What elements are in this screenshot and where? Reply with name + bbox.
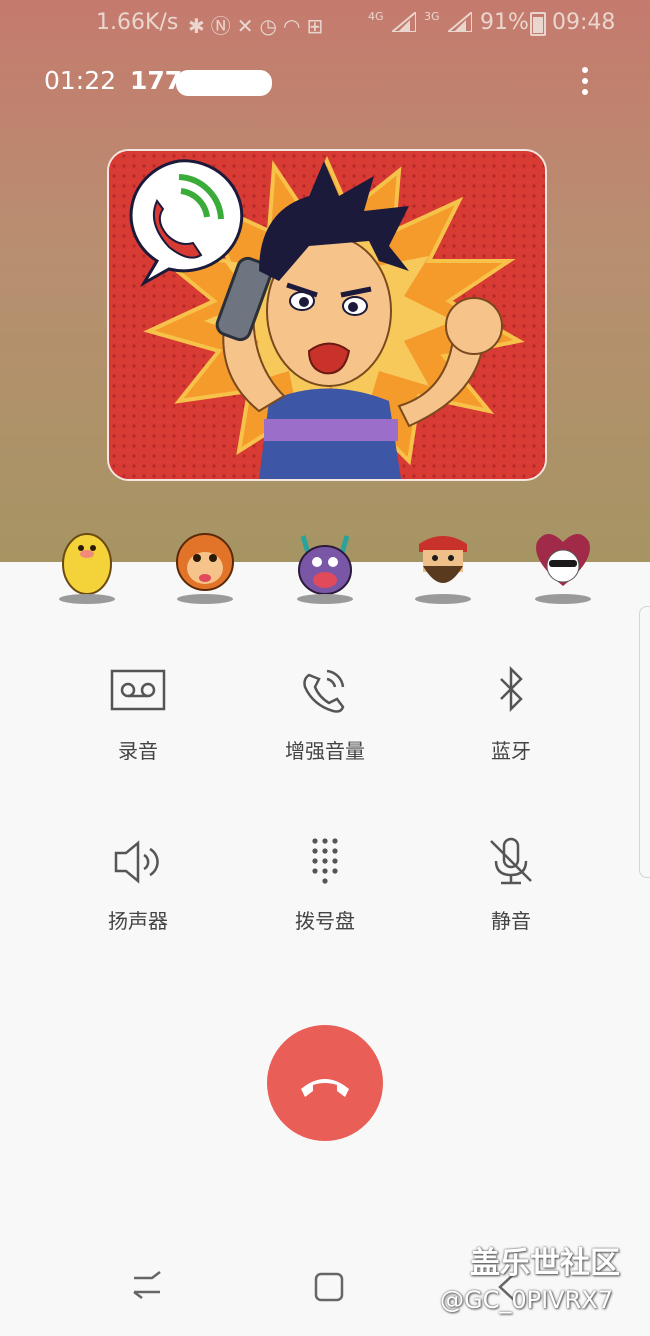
network-type-2: 3G — [424, 10, 440, 23]
record-button[interactable]: 录音 — [58, 665, 218, 775]
cartoon-caller-illustration — [109, 151, 545, 479]
monster-sticker[interactable] — [293, 526, 357, 606]
edge-panel-handle[interactable] — [639, 606, 650, 878]
nfc-icon: Ⓝ — [210, 14, 237, 38]
record-label: 录音 — [118, 739, 158, 763]
clock: 09:48 — [552, 10, 616, 35]
network-speed: 1.66K/s — [96, 10, 179, 35]
hang-up-icon — [301, 1079, 349, 1097]
phone-waves-icon — [303, 669, 345, 713]
boost-volume-label: 增强音量 — [285, 739, 365, 763]
number-redaction — [176, 70, 272, 96]
battery-icon — [530, 12, 546, 36]
status-icons: ✱Ⓝ✕◷◠⊞ — [188, 10, 329, 39]
battery-percent: 91% — [480, 10, 529, 35]
call-sticker-image — [107, 149, 547, 481]
signal-strength-icon — [448, 12, 472, 32]
speaker-label: 扬声器 — [108, 909, 168, 933]
voicemail-icon — [110, 669, 166, 711]
bluetooth-label: 蓝牙 — [491, 739, 531, 763]
recent-apps-icon[interactable] — [130, 1270, 164, 1300]
dialpad-icon — [312, 838, 338, 884]
network-type-1: 4G — [368, 10, 384, 23]
status-bar: 1.66K/s ✱Ⓝ✕◷◠⊞ 4G 3G 91% 09:48 — [0, 0, 650, 46]
dialpad-label: 拨号盘 — [295, 909, 355, 933]
mute-button[interactable]: 静音 — [431, 835, 591, 945]
bluetooth-button[interactable]: 蓝牙 — [431, 665, 591, 775]
mute-icon: ✕ — [236, 14, 260, 38]
mic-off-icon — [490, 837, 532, 885]
potato-sticker[interactable] — [55, 526, 119, 606]
signal-strength-icon — [392, 12, 416, 32]
bluetooth-icon: ✱ — [188, 14, 211, 38]
speaker-button[interactable]: 扬声器 — [58, 835, 218, 945]
watermark-handle: @GC_0PIVRX7 — [440, 1286, 613, 1314]
mute-label: 静音 — [491, 909, 531, 933]
bearded-man-sticker[interactable] — [411, 526, 475, 606]
emoji-sticker-row — [0, 526, 650, 610]
hotspot-icon: ⊞ — [306, 14, 330, 38]
more-options-icon[interactable] — [576, 64, 594, 100]
bluetooth-icon — [500, 665, 523, 713]
alarm-icon: ◷ — [259, 14, 283, 38]
monkey-sticker[interactable] — [173, 526, 237, 606]
heart-sticker[interactable] — [531, 526, 595, 606]
home-icon[interactable] — [312, 1270, 346, 1304]
wifi-icon: ◠ — [282, 14, 307, 38]
end-call-button[interactable] — [267, 1025, 383, 1141]
dialpad-button[interactable]: 拨号盘 — [245, 835, 405, 945]
boost-volume-button[interactable]: 增强音量 — [245, 665, 405, 775]
call-duration: 01:22 — [44, 66, 117, 95]
speaker-icon — [114, 840, 159, 884]
watermark-community: 盖乐世社区 — [470, 1246, 620, 1281]
